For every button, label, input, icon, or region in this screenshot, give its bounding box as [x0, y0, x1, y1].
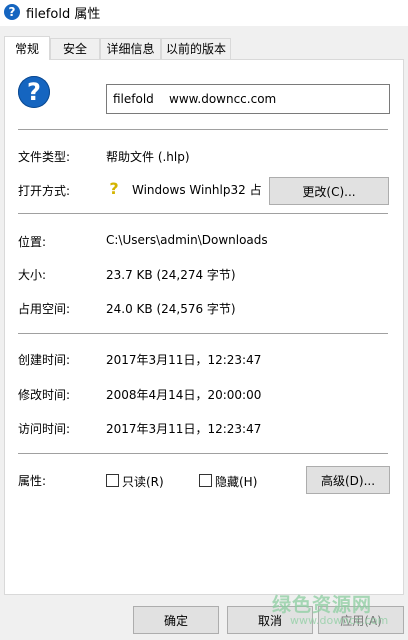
hidden-checkbox[interactable] — [199, 474, 212, 487]
location-label: 位置: — [18, 235, 47, 249]
open-with-app: Windows Winhlp32 占位 — [132, 183, 262, 197]
open-with-label: 打开方式: — [18, 184, 71, 198]
tab-details[interactable]: 详细信息 — [100, 38, 161, 59]
readonly-label[interactable]: 只读(R) — [122, 473, 164, 490]
attributes-label: 属性: — [18, 474, 47, 488]
general-panel — [4, 59, 404, 595]
separator — [18, 333, 388, 334]
size-value: 23.7 KB (24,274 字节) — [106, 268, 236, 282]
size-label: 大小: — [18, 268, 47, 282]
help-file-icon: ? — [18, 76, 50, 108]
tab-strip: 常规 安全 详细信息 以前的版本 — [0, 36, 408, 60]
created-value: 2017年3月11日，12:23:47 — [106, 353, 262, 367]
separator — [18, 453, 388, 454]
tab-general[interactable]: 常规 — [4, 36, 50, 60]
advanced-button[interactable]: 高级(D)... — [306, 466, 390, 494]
location-value: C:\Users\admin\Downloads — [106, 233, 268, 247]
title-bar: ? filefold 属性 — [0, 0, 408, 26]
created-label: 创建时间: — [18, 353, 71, 367]
tab-previous-versions[interactable]: 以前的版本 — [161, 38, 231, 59]
size-on-disk-value: 24.0 KB (24,576 字节) — [106, 302, 236, 316]
winhlp-icon: ? — [109, 179, 119, 198]
file-type-value: 帮助文件 (.hlp) — [106, 150, 190, 164]
watermark-url: www.downcc.com — [290, 614, 389, 627]
modified-label: 修改时间: — [18, 388, 71, 402]
accessed-label: 访问时间: — [18, 422, 71, 436]
modified-value: 2008年4月14日，20:00:00 — [106, 388, 262, 402]
hidden-label[interactable]: 隐藏(H) — [215, 473, 257, 490]
separator — [18, 213, 388, 214]
file-type-label: 文件类型: — [18, 150, 71, 164]
accessed-value: 2017年3月11日，12:23:47 — [106, 422, 262, 436]
window-title: filefold 属性 — [26, 7, 101, 22]
tab-security[interactable]: 安全 — [50, 38, 100, 59]
help-file-icon: ? — [4, 4, 20, 20]
change-button[interactable]: 更改(C)... — [269, 177, 389, 205]
file-name-field[interactable] — [106, 84, 390, 114]
readonly-checkbox[interactable] — [106, 474, 119, 487]
ok-button[interactable]: 确定 — [133, 606, 219, 634]
separator — [18, 129, 388, 130]
watermark: 绿色资源网 — [272, 594, 373, 616]
size-on-disk-label: 占用空间: — [18, 302, 71, 316]
